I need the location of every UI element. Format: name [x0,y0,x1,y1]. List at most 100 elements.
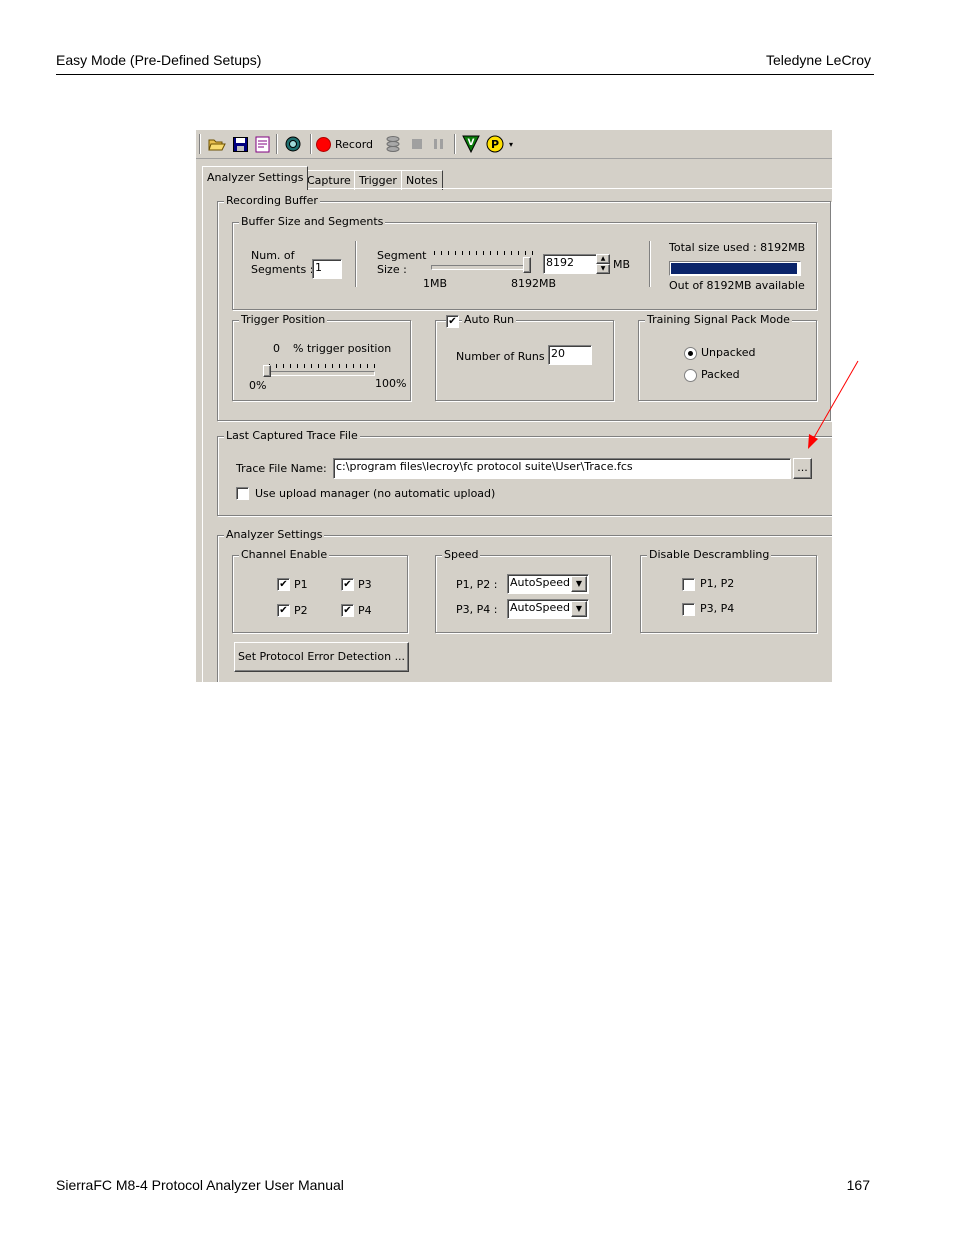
footer-manual-title: SierraFC M8-4 Protocol Analyzer User Man… [56,1177,344,1193]
packed-radio[interactable] [684,369,697,382]
spin-up-button[interactable]: ▲ [596,254,610,264]
analyzer-window: Record V P ▾ Analyzer Settings Capture T… [196,130,832,682]
trigger-position-label: % trigger position [293,342,392,355]
unpacked-label: Unpacked [701,346,756,359]
p4-label: P4 [358,604,372,617]
record-label: Record [335,137,374,151]
upload-manager-checkbox[interactable] [236,487,249,500]
training-signal-group: Training Signal Pack Mode Unpacked Packe… [638,313,817,401]
speed-title: Speed [442,548,481,561]
number-of-runs-label: Number of Runs : [456,350,552,363]
segment-slider-ticks [434,251,534,255]
buffer-usage-fill [671,263,797,274]
num-segments-input[interactable]: 1 [312,259,342,279]
report-icon[interactable] [252,134,272,154]
num-segments-label: Num. of [251,249,295,262]
set-protocol-error-detection-button[interactable]: Set Protocol Error Detection ... [234,642,409,672]
descramble-p12-label: P1, P2 [700,577,735,590]
segment-size-label: Segment [377,249,427,262]
annotation-arrow [808,360,859,449]
tab-analyzer-settings[interactable]: Analyzer Settings [202,166,309,190]
number-of-runs-input[interactable]: 20 [548,345,592,365]
packed-label: Packed [701,368,740,381]
trace-file-label: Trace File Name: [236,462,327,475]
available-size: Out of 8192MB available [669,279,805,292]
trace-file-group: Last Captured Trace File Trace File Name… [217,429,832,516]
auto-run-label: Auto Run [462,313,517,326]
p3-label: P3 [358,578,372,591]
recording-buffer-group: Recording Buffer Buffer Size and Segment… [217,194,831,421]
descramble-p12-checkbox[interactable] [682,578,695,591]
browse-button[interactable]: ... [793,458,812,479]
annotation-arrow-head [808,434,818,449]
auto-run-checkbox[interactable]: ✔ [446,315,459,328]
p1-checkbox[interactable]: ✔ [277,578,290,591]
slider-max-label: 8192MB [511,277,557,290]
trigger-slider-ticks [269,364,375,368]
trace-file-title: Last Captured Trace File [224,429,360,442]
trigger-min-label: 0% [249,379,267,392]
p4-checkbox[interactable]: ✔ [341,604,354,617]
slider-min-label: 1MB [423,277,448,290]
p2-checkbox[interactable]: ✔ [277,604,290,617]
dropdown-arrow-icon[interactable]: ▾ [506,134,516,154]
page-number: 167 [846,1177,870,1193]
trigger-max-label: 100% [375,377,407,390]
record-button[interactable]: Record [316,134,380,154]
spin-down-button[interactable]: ▼ [596,264,610,274]
segment-size-label-2: Size : [377,263,407,276]
unpacked-radio[interactable] [684,347,697,360]
page-header: Easy Mode (Pre-Defined Setups) Teledyne … [56,52,874,75]
buffer-size-title: Buffer Size and Segments [239,215,386,228]
auto-run-group: ✔ Auto Run Number of Runs : 20 [435,313,614,401]
trigger-position-slider[interactable] [267,371,375,376]
speed-p34-label: P3, P4 : [456,603,498,616]
save-icon[interactable] [230,134,250,154]
stack-icon[interactable] [384,134,402,154]
recording-buffer-title: Recording Buffer [224,194,320,207]
annotation-arrow-line [811,360,859,442]
speed-p12-label: P1, P2 : [456,578,498,591]
segment-size-input[interactable]: 8192 [543,254,597,274]
segment-size-slider[interactable] [431,265,529,270]
header-company: Teledyne LeCroy [765,52,871,68]
channel-enable-title: Channel Enable [239,548,330,561]
chevron-down-icon[interactable]: ▼ [571,576,587,592]
trigger-position-title: Trigger Position [239,313,328,326]
header-section-title: Easy Mode (Pre-Defined Setups) [56,52,262,68]
p1-label: P1 [294,578,308,591]
num-segments-label-2: Segments : [251,263,314,276]
toolbar-grip [199,134,201,154]
buffer-size-group: Buffer Size and Segments Num. of Segment… [232,215,817,310]
trigger-slider-thumb[interactable] [263,365,271,377]
trigger-position-group: Trigger Position 0 % trigger position 0%… [232,313,411,401]
svg-text:P: P [491,138,499,151]
stop-icon[interactable] [408,134,426,154]
trace-file-input[interactable]: c:\program files\lecroy\fc protocol suit… [333,458,791,479]
v-icon[interactable]: V [460,134,482,154]
tab-notes[interactable]: Notes [401,170,443,190]
globe-icon[interactable] [282,134,304,154]
training-signal-title: Training Signal Pack Mode [645,313,792,326]
buffer-usage-bar [669,261,801,276]
page-footer: SierraFC M8-4 Protocol Analyzer User Man… [56,1177,870,1193]
descramble-p34-label: P3, P4 [700,602,735,615]
record-icon [316,136,331,152]
trigger-position-value: 0 [273,342,280,355]
speed-p12-select[interactable]: AutoSpeed ▼ [507,574,589,594]
speed-p34-select[interactable]: AutoSpeed ▼ [507,599,589,619]
p-icon[interactable]: P [484,134,506,154]
pause-icon[interactable] [430,134,448,154]
descramble-p34-checkbox[interactable] [682,603,695,616]
disable-descrambling-title: Disable Descrambling [647,548,772,561]
analyzer-settings-group: Analyzer Settings Channel Enable ✔ P1 ✔ … [217,528,832,682]
total-size-used: Total size used : 8192MB [669,241,806,254]
analyzer-settings-title: Analyzer Settings [224,528,325,541]
chevron-down-icon[interactable]: ▼ [571,601,587,617]
tab-capture[interactable]: Capture [302,170,356,190]
p3-checkbox[interactable]: ✔ [341,578,354,591]
segment-slider-thumb[interactable] [523,257,531,273]
upload-manager-label: Use upload manager (no automatic upload) [255,487,496,500]
open-folder-icon[interactable] [206,134,228,154]
tab-trigger[interactable]: Trigger [354,170,402,190]
